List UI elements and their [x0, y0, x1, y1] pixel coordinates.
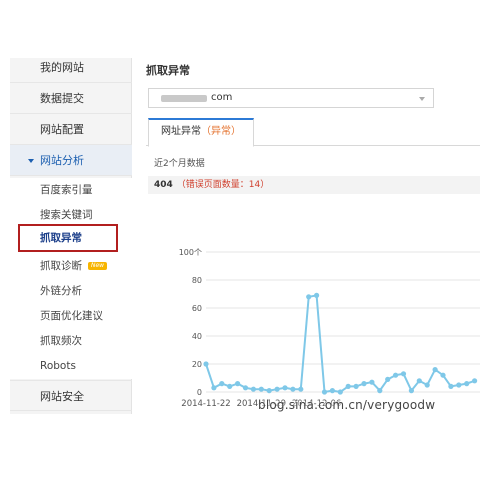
- error-count-bar: 404 （错误页面数量：14）: [148, 176, 480, 194]
- data-point: [377, 388, 383, 394]
- y-tick-label: 80: [192, 276, 202, 285]
- caret-down-icon: [28, 159, 34, 163]
- watermark: blog.sina.com.cn/verygoodw: [258, 398, 436, 412]
- sidebar-item-site-config[interactable]: 网站配置: [10, 114, 132, 145]
- sidebar-sub-crawl-diagnosis[interactable]: 抓取诊断 New: [10, 254, 132, 279]
- data-point: [290, 386, 296, 392]
- sidebar-sub-page-optimization[interactable]: 页面优化建议: [10, 304, 132, 329]
- period-label: 近2个月数据: [154, 159, 205, 169]
- data-point: [242, 385, 249, 391]
- site-select[interactable]: com: [148, 88, 434, 108]
- sidebar-sub-index-volume[interactable]: 百度索引量: [10, 178, 132, 203]
- data-point: [464, 381, 470, 387]
- x-tick-label: 2014-11-22: [181, 399, 230, 409]
- error-code: 404: [154, 180, 173, 190]
- data-point: [345, 383, 351, 389]
- new-badge: New: [88, 262, 108, 270]
- data-point: [274, 386, 280, 392]
- data-point: [472, 378, 478, 384]
- data-point: [448, 383, 454, 389]
- sidebar-item-data-submit[interactable]: 数据提交: [10, 83, 132, 114]
- data-point: [393, 372, 399, 378]
- sidebar-sub-link-analysis[interactable]: 外链分析: [10, 279, 132, 304]
- sidebar-sub-crawl-frequency[interactable]: 抓取频次: [10, 329, 132, 354]
- data-point: [416, 378, 422, 384]
- data-point: [321, 389, 328, 395]
- data-point: [298, 386, 304, 392]
- tab-bar: 网址异常（异常）: [146, 118, 480, 147]
- data-point: [235, 381, 241, 387]
- data-point: [227, 383, 233, 389]
- data-point: [408, 388, 414, 394]
- data-point: [456, 382, 462, 388]
- data-point: [266, 388, 272, 394]
- y-tick-label: 0: [197, 388, 202, 397]
- sidebar-sub-crawl-errors[interactable]: 抓取异常: [18, 224, 118, 252]
- data-point: [306, 294, 312, 300]
- data-point: [282, 385, 288, 391]
- error-count: （错误页面数量：14）: [176, 180, 270, 190]
- data-point: [440, 372, 446, 378]
- data-point: [337, 389, 343, 395]
- site-domain-suffix: com: [211, 92, 233, 103]
- sidebar-item-my-sites[interactable]: 我的网站: [10, 58, 132, 83]
- chevron-down-icon: [419, 97, 425, 101]
- data-point: [211, 385, 217, 391]
- data-point: [314, 292, 320, 298]
- series-line: [205, 294, 475, 394]
- y-tick-label: 40: [192, 332, 202, 341]
- crawl-error-chart: 100个8060402002014-11-22 2014-11-29 2014-12…: [179, 248, 480, 409]
- sidebar: 我的网站 数据提交 网站配置 网站分析 百度索引量 搜索关键词 抓取异常 抓取诊…: [10, 58, 132, 414]
- data-point: [329, 388, 335, 394]
- app-frame: 我的网站 数据提交 网站配置 网站分析 百度索引量 搜索关键词 抓取异常 抓取诊…: [10, 58, 480, 414]
- data-point: [432, 367, 438, 373]
- page-title: 抓取异常: [146, 64, 190, 77]
- data-point: [385, 376, 391, 382]
- data-point: [258, 386, 264, 392]
- data-point: [361, 381, 367, 387]
- sidebar-sub-robots[interactable]: Robots: [10, 354, 132, 379]
- tab-url-errors[interactable]: 网址异常（异常）: [148, 118, 254, 147]
- data-point: [400, 371, 407, 377]
- data-point: [219, 381, 225, 387]
- y-tick-label: 20: [192, 360, 202, 369]
- data-point: [424, 382, 430, 388]
- data-point: [369, 379, 375, 385]
- y-tick-label: 100个: [179, 248, 202, 257]
- data-point: [353, 383, 359, 389]
- data-point: [203, 361, 209, 367]
- data-point: [250, 386, 256, 392]
- sidebar-item-site-analysis[interactable]: 网站分析: [10, 145, 132, 176]
- y-tick-label: 60: [192, 304, 202, 313]
- sidebar-item-site-security[interactable]: 网站安全: [10, 380, 132, 411]
- blurred-domain: [161, 95, 207, 102]
- main-content: 抓取异常 com 网址异常（异常） 近2个月数据 404 （错误页面数量：14） …: [132, 58, 480, 414]
